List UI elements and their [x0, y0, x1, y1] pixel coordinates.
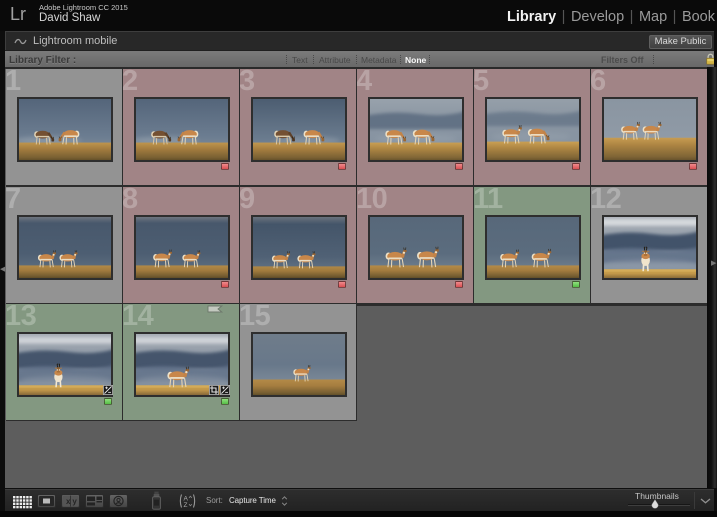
svg-text:y: y	[72, 497, 77, 506]
svg-text:x: x	[66, 497, 71, 506]
svg-text:Z: Z	[184, 502, 188, 509]
